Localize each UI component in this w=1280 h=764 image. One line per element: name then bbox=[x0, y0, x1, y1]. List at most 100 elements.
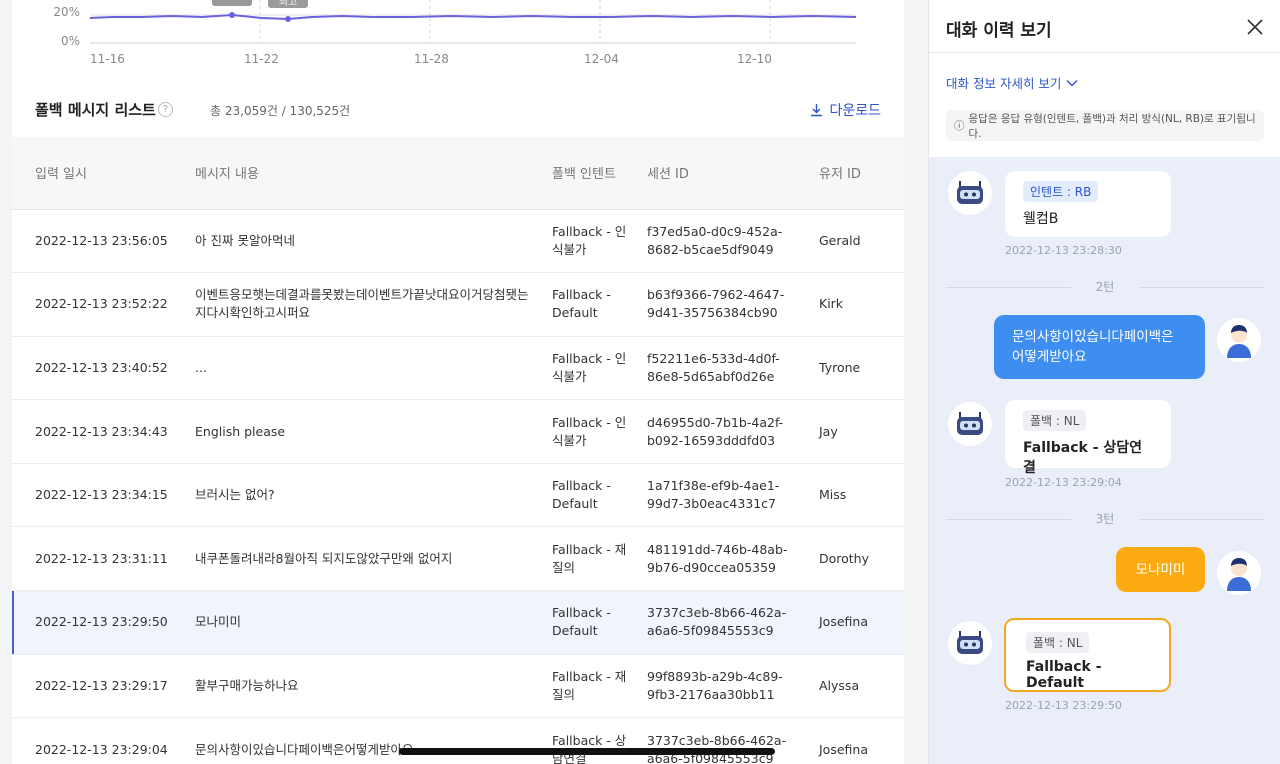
cell-message: 모나미미 bbox=[185, 590, 542, 655]
cell-message: 문의사항이있습니다페이백은어떻게받아요 bbox=[185, 717, 542, 764]
user-message-bubble[interactable]: 문의사항이있습니다페이백은 어떻게받아요 bbox=[994, 315, 1205, 379]
close-icon bbox=[1247, 19, 1263, 35]
cell-message: 브러시는 없어? bbox=[185, 463, 542, 528]
panel-gutter bbox=[904, 0, 928, 764]
chart-plot: 최고 bbox=[89, 0, 857, 44]
cell-date: 2022-12-13 23:29:50 bbox=[12, 590, 185, 655]
cell-date: 2022-12-13 23:29:04 bbox=[12, 717, 185, 764]
table-row[interactable]: 2022-12-13 23:40:52 ... Fallback - 인식불가 … bbox=[12, 336, 904, 401]
cell-message: ... bbox=[185, 336, 542, 401]
response-type-tag: 폴백 : NL bbox=[1023, 410, 1087, 431]
chat-history[interactable]: 인텐트 : RB 웰컴B 2022-12-13 23:28:30 2턴 문의사항… bbox=[929, 157, 1280, 764]
fallback-list-panel: 20% 0% 최고 11-16 11-22 11-28 12-04 12-10 … bbox=[12, 0, 904, 764]
message-timestamp: 2022-12-13 23:29:50 bbox=[1005, 699, 1122, 712]
robot-icon bbox=[957, 412, 983, 435]
user-message-text: 모나미미 bbox=[1135, 561, 1186, 578]
cell-user: Josefina bbox=[809, 590, 904, 655]
table-row[interactable]: 2022-12-13 23:34:15 브러시는 없어? Fallback - … bbox=[12, 463, 904, 528]
cell-intent: Fallback - 재질의 bbox=[542, 654, 637, 719]
download-icon bbox=[811, 104, 823, 117]
cell-user: Gerald bbox=[809, 209, 904, 274]
cell-session: f37ed5a0-d0c9-452a-8682-b5cae5df9049 bbox=[637, 209, 809, 274]
cell-intent: Fallback - 재질의 bbox=[542, 526, 637, 592]
cell-intent: Fallback - 인식불가 bbox=[542, 399, 637, 464]
chart-tooltip-low: 최고 bbox=[279, 0, 297, 8]
cell-message: 내쿠폰돌려내라8월아직 되지도않았구만왜 없어지 bbox=[185, 526, 542, 592]
table-row[interactable]: 2022-12-13 23:29:17 활부구매가능하나요 Fallback -… bbox=[12, 654, 904, 719]
horizontal-scrollbar[interactable] bbox=[399, 748, 775, 755]
list-header: 폴백 메시지 리스트 ? 총 23,059건 / 130,525건 다운로드 bbox=[35, 99, 881, 123]
chevron-down-icon bbox=[1066, 79, 1078, 86]
x-tick-1128: 11-28 bbox=[414, 52, 449, 66]
bot-message-text: Fallback - 상담연결 bbox=[1023, 440, 1143, 476]
info-text: 응답은 응답 유형(인텐트, 폴백)과 처리 방식(NL, RB)로 표기됩니다… bbox=[968, 112, 1256, 140]
column-header-intent[interactable]: 폴백 인텐트 bbox=[542, 137, 637, 210]
download-button[interactable]: 다운로드 bbox=[810, 100, 881, 120]
bot-avatar bbox=[948, 402, 992, 446]
cell-date: 2022-12-13 23:34:43 bbox=[12, 399, 185, 464]
robot-icon bbox=[957, 181, 983, 204]
bot-message-text: 웰컴B bbox=[1023, 211, 1059, 227]
chart-point-low bbox=[285, 16, 291, 22]
turn-divider: 2턴 bbox=[946, 278, 1264, 296]
column-header-message[interactable]: 메시지 내용 bbox=[185, 137, 542, 210]
user-avatar bbox=[1217, 318, 1261, 362]
cell-date: 2022-12-13 23:34:15 bbox=[12, 463, 185, 528]
chart-point-high bbox=[229, 12, 235, 18]
cell-intent: Fallback - Default bbox=[542, 463, 637, 528]
cell-session: 99f8893b-a29b-4c89-9fb3-2176aa30bb11 bbox=[637, 654, 809, 719]
panel-title: 대화 이력 보기 bbox=[946, 21, 1052, 41]
table-row[interactable]: 2022-12-13 23:56:05 아 진짜 못알아먹네 Fallback … bbox=[12, 209, 904, 274]
detail-toggle-label: 대화 정보 자세히 보기 bbox=[946, 76, 1062, 91]
detail-toggle[interactable]: 대화 정보 자세히 보기 bbox=[946, 73, 1078, 92]
cell-intent: Fallback - Default bbox=[542, 590, 637, 655]
cell-message: 아 진짜 못알아먹네 bbox=[185, 209, 542, 274]
cell-intent: Fallback - 인식불가 bbox=[542, 209, 637, 274]
robot-icon bbox=[957, 631, 983, 654]
cell-user: Jay bbox=[809, 399, 904, 464]
table-row[interactable]: 2022-12-13 23:29:04 문의사항이있습니다페이백은어떻게받아요 … bbox=[12, 717, 904, 764]
response-type-tag: 폴백 : NL bbox=[1026, 632, 1090, 653]
message-timestamp: 2022-12-13 23:28:30 bbox=[1005, 244, 1122, 257]
bot-message-bubble-selected[interactable]: 폴백 : NL Fallback - Default bbox=[1004, 618, 1171, 692]
help-icon[interactable]: ? bbox=[158, 102, 173, 117]
cell-user: Miss bbox=[809, 463, 904, 528]
x-tick-1122: 11-22 bbox=[244, 52, 279, 66]
table-row[interactable]: 2022-12-13 23:31:11 내쿠폰돌려내라8월아직 되지도않았구만왜… bbox=[12, 526, 904, 592]
table-row-selected[interactable]: 2022-12-13 23:29:50 모나미미 Fallback - Defa… bbox=[12, 590, 904, 655]
column-header-user[interactable]: 유저 ID bbox=[809, 137, 904, 210]
fallback-rate-series-line bbox=[89, 13, 857, 21]
user-avatar bbox=[1217, 551, 1261, 595]
close-button[interactable] bbox=[1244, 16, 1266, 38]
bot-message-bubble[interactable]: 인텐트 : RB 웰컴B bbox=[1005, 171, 1171, 237]
x-tick-1116: 11-16 bbox=[90, 52, 125, 66]
list-title: 폴백 메시지 리스트 bbox=[35, 101, 156, 119]
bot-avatar bbox=[948, 621, 992, 665]
cell-session: 1a71f38e-ef9b-4ae1-99d7-3b0eac4331c7 bbox=[637, 463, 809, 528]
bot-message-bubble[interactable]: 폴백 : NL Fallback - 상담연결 bbox=[1005, 400, 1171, 476]
column-header-session[interactable]: 세션 ID bbox=[637, 137, 809, 210]
cell-date: 2022-12-13 23:56:05 bbox=[12, 209, 185, 274]
conversation-history-panel: 대화 이력 보기 대화 정보 자세히 보기 ⓘ 응답은 응답 유형(인텐트, 폴… bbox=[928, 0, 1280, 764]
cell-user: Dorothy bbox=[809, 526, 904, 592]
user-message-bubble[interactable]: 모나미미 bbox=[1116, 547, 1205, 592]
cell-session: d46955d0-7b1b-4a2f-b092-16593dddfd03 bbox=[637, 399, 809, 464]
cell-session: 481191dd-746b-48ab-9b76-d90ccea05359 bbox=[637, 526, 809, 592]
cell-date: 2022-12-13 23:29:17 bbox=[12, 654, 185, 719]
cell-user: Josefina bbox=[809, 717, 904, 764]
user-message-text-line1: 문의사항이있습니다페이백은 bbox=[1012, 329, 1174, 345]
table-row[interactable]: 2022-12-13 23:34:43 English please Fallb… bbox=[12, 399, 904, 464]
list-count: 총 23,059건 / 130,525건 bbox=[210, 104, 351, 118]
cell-message: 활부구매가능하나요 bbox=[185, 654, 542, 719]
cell-message: 이벤트응모햇는데결과를못봤는데이벤트가끝낫대요이거당첨됏는지다시확인하고시퍼요 bbox=[185, 272, 542, 337]
response-type-tag: 인텐트 : RB bbox=[1023, 181, 1099, 202]
table-row[interactable]: 2022-12-13 23:52:22 이벤트응모햇는데결과를못봤는데이벤트가끝… bbox=[12, 272, 904, 337]
cell-user: Kirk bbox=[809, 272, 904, 337]
panel-divider bbox=[929, 52, 1280, 53]
column-header-date[interactable]: 입력 일시 bbox=[12, 137, 185, 210]
cell-session: 3737c3eb-8b66-462a-a6a6-5f09845553c9 bbox=[637, 717, 809, 764]
cell-date: 2022-12-13 23:40:52 bbox=[12, 336, 185, 401]
user-icon bbox=[1227, 325, 1251, 358]
fallback-table: 입력 일시 메시지 내용 폴백 인텐트 세션 ID 유저 ID 2022-12-… bbox=[12, 137, 904, 764]
info-icon: ⓘ bbox=[954, 120, 965, 132]
